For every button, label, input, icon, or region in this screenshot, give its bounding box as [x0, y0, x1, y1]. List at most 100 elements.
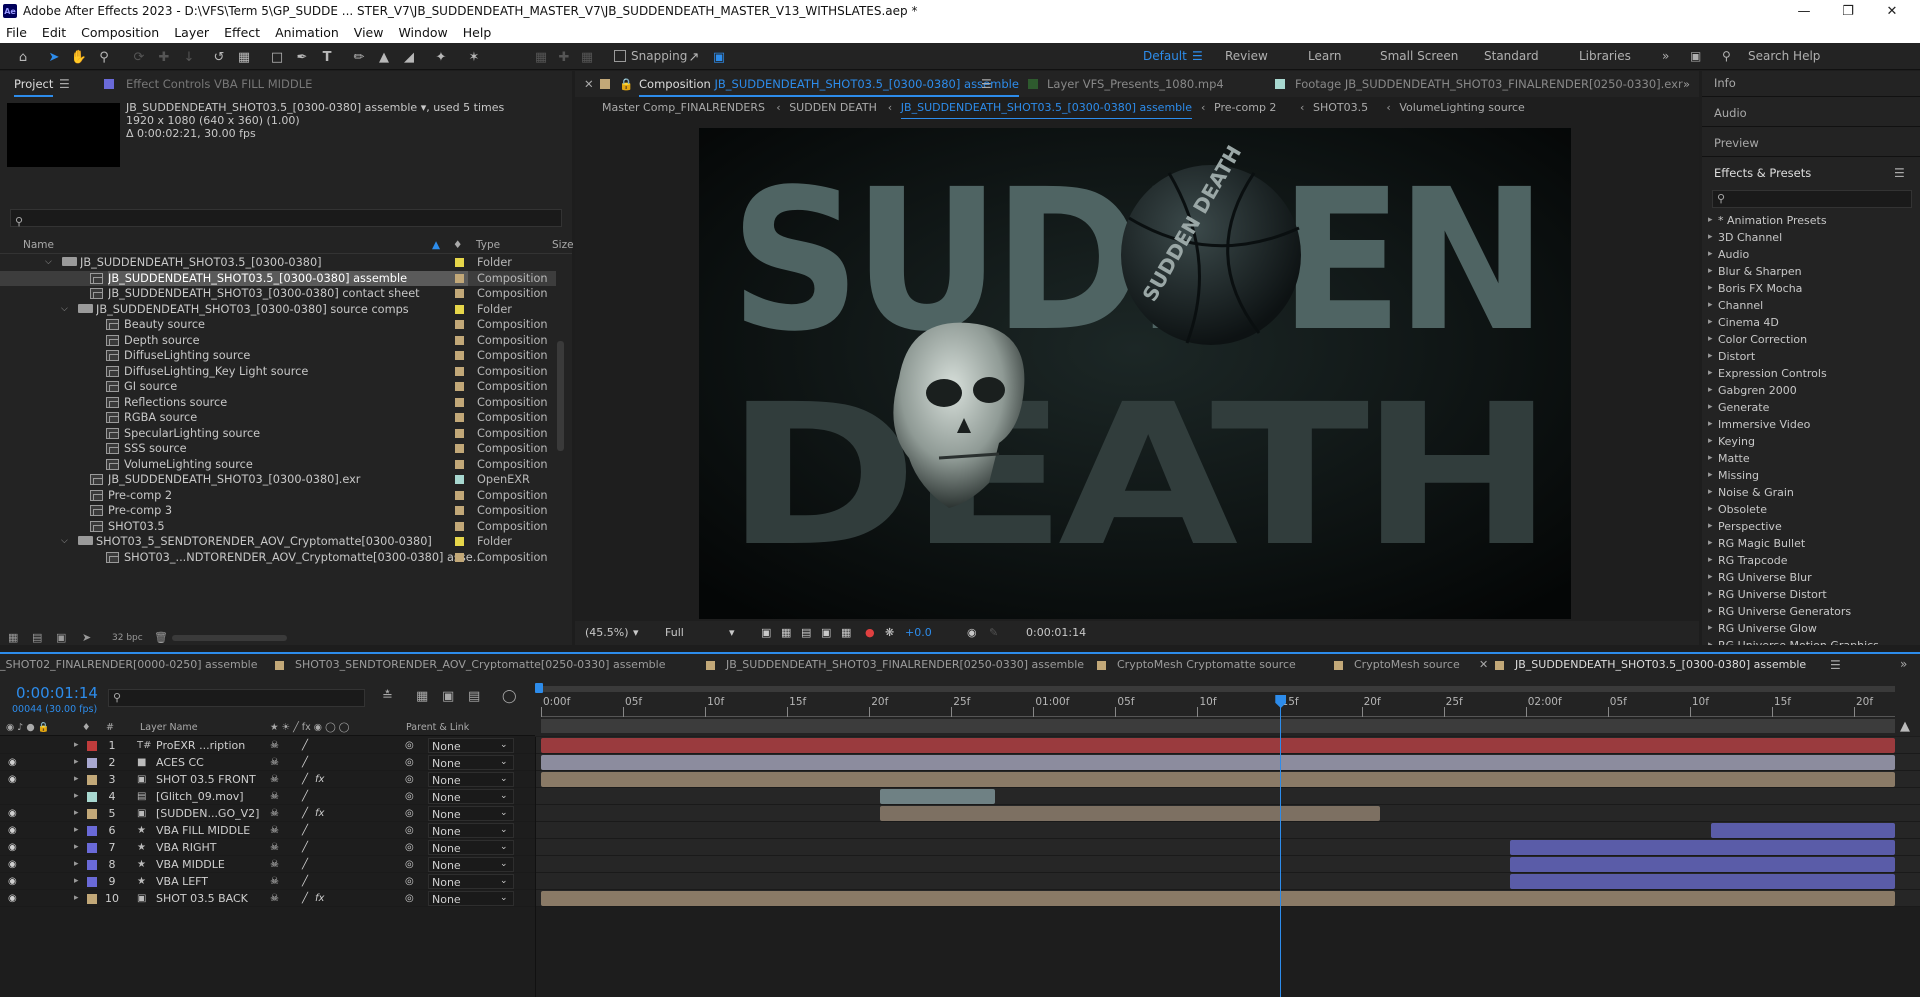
exposure-value[interactable]: +0.0: [905, 621, 932, 645]
timeline-tab[interactable]: CryptoMesh source: [1354, 658, 1460, 671]
label-swatch[interactable]: [455, 335, 464, 345]
pickwhip-icon[interactable]: ◎: [405, 805, 414, 822]
effects-category[interactable]: ▸ RG Universe Glow: [1702, 620, 1920, 637]
shy-switch-icon[interactable]: ☠: [270, 873, 279, 890]
effects-category[interactable]: ▸ RG Universe Motion Graphics: [1702, 637, 1920, 645]
disclosure-icon[interactable]: ▸: [1708, 501, 1713, 518]
disclosure-icon[interactable]: ▸: [1708, 433, 1713, 450]
effects-category[interactable]: ▸ Generate: [1702, 399, 1920, 416]
twirl-icon[interactable]: ▸: [74, 839, 79, 856]
disclosure-icon[interactable]: ▸: [1708, 280, 1713, 297]
effects-category[interactable]: ▸ RG Universe Distort: [1702, 586, 1920, 603]
snapping-checkbox[interactable]: [614, 50, 626, 62]
tab-footage[interactable]: Footage JB_SUDDENDEATH_SHOT03_FINALRENDE…: [1295, 71, 1683, 97]
timeline-navigator[interactable]: [541, 719, 1895, 733]
twirl-icon[interactable]: ▸: [74, 890, 79, 907]
effects-category[interactable]: ▸ * Animation Presets: [1702, 212, 1920, 229]
snapshot-icon[interactable]: ◉: [967, 621, 977, 645]
project-scrollbar[interactable]: [557, 341, 564, 451]
workspace-default[interactable]: Default: [1143, 43, 1187, 70]
label-swatch[interactable]: [455, 444, 464, 453]
roto-brush-icon[interactable]: ✦: [432, 48, 450, 66]
shy-icon[interactable]: ▣: [442, 689, 454, 704]
shy-switch-icon[interactable]: ☠: [270, 771, 279, 788]
effects-menu-icon[interactable]: ☰: [1894, 166, 1905, 180]
project-h-scrollbar[interactable]: [172, 635, 287, 641]
label-swatch[interactable]: [455, 506, 464, 515]
effects-search-input[interactable]: ⚲: [1712, 190, 1912, 208]
eraser-tool-icon[interactable]: ◢: [400, 48, 418, 66]
effects-category[interactable]: ▸ 3D Channel: [1702, 229, 1920, 246]
label-swatch[interactable]: [455, 413, 464, 422]
close-tab-icon[interactable]: ✕: [1479, 658, 1488, 671]
layer-row[interactable]: ▸ 1 T# ProEXR ...ription ☠ ╱ ◎ None ⌄: [0, 737, 1920, 754]
disclosure-icon[interactable]: ▸: [1708, 382, 1713, 399]
switches-header-icons[interactable]: ★ ☀ ╱ fx ◉ ◯ ◯: [270, 719, 349, 736]
visibility-eye-icon[interactable]: ◉: [8, 856, 17, 873]
effects-category[interactable]: ▸ Distort: [1702, 348, 1920, 365]
label-swatch[interactable]: [455, 459, 464, 469]
tab-preview[interactable]: Preview: [1714, 136, 1759, 150]
orbit-tool-icon[interactable]: ⟳: [130, 48, 148, 66]
workspace-review[interactable]: Review: [1225, 43, 1268, 70]
layer-name[interactable]: SHOT 03.5 FRONT: [156, 771, 256, 788]
quality-switch-icon[interactable]: ╱: [302, 890, 308, 907]
playhead[interactable]: [1280, 695, 1282, 997]
layer-name[interactable]: VBA FILL MIDDLE: [156, 822, 250, 839]
shy-switch-icon[interactable]: ☠: [270, 737, 279, 754]
dropdown-caret-icon[interactable]: ⌄: [500, 771, 508, 788]
quality-switch-icon[interactable]: ╱: [302, 771, 308, 788]
list-item[interactable]: JB_SUDDENDEATH_SHOT03_[0300-0380] contac…: [0, 286, 556, 302]
list-item[interactable]: Depth source Composition: [0, 333, 556, 349]
layer-search-input[interactable]: ⚲: [108, 689, 365, 707]
disclosure-icon[interactable]: ▸: [1708, 416, 1713, 433]
pickwhip-icon[interactable]: ◎: [405, 771, 414, 788]
search-help-field[interactable]: Search Help: [1748, 43, 1820, 70]
layer-name[interactable]: VBA MIDDLE: [156, 856, 225, 873]
pickwhip-icon[interactable]: ◎: [405, 839, 414, 856]
disclosure-icon[interactable]: ▸: [1708, 263, 1713, 280]
label-swatch[interactable]: [455, 397, 464, 407]
tab-info[interactable]: Info: [1714, 76, 1736, 90]
show-snapshot-icon[interactable]: ✎: [989, 621, 998, 645]
layer-name[interactable]: ACES CC: [156, 754, 204, 771]
workspace-libraries[interactable]: Libraries: [1579, 43, 1631, 70]
maximize-icon[interactable]: ❐: [1826, 0, 1870, 22]
work-area-bar[interactable]: [541, 686, 1895, 692]
visibility-eye-icon[interactable]: ◉: [8, 771, 17, 788]
brush-tool-icon[interactable]: ✏: [350, 48, 368, 66]
close-tab-icon[interactable]: ✕: [584, 71, 594, 97]
effects-category[interactable]: ▸ Missing: [1702, 467, 1920, 484]
effects-category[interactable]: ▸ RG Universe Generators: [1702, 603, 1920, 620]
dropdown-caret-icon[interactable]: ⌄: [500, 839, 508, 856]
tab-composition[interactable]: Composition JB_SUDDENDEATH_SHOT03.5_[030…: [639, 71, 1019, 97]
layer-duration-bar[interactable]: [541, 738, 1895, 753]
layer-duration-bar[interactable]: [541, 891, 1895, 906]
breadcrumb-item[interactable]: VolumeLighting source: [1399, 98, 1524, 118]
layer-row[interactable]: ◉ ▸ 9 ★ VBA LEFT ☠ ╱ ◎ None ⌄: [0, 873, 1920, 890]
zoom-caret-icon[interactable]: ▾: [633, 621, 639, 645]
effects-category[interactable]: ▸ Keying: [1702, 433, 1920, 450]
shy-switch-icon[interactable]: ☠: [270, 839, 279, 856]
workspace-menu-icon[interactable]: ☰: [1192, 43, 1203, 70]
layer-label-swatch[interactable]: [87, 877, 97, 887]
label-swatch[interactable]: [455, 289, 464, 298]
rectangle-tool-icon[interactable]: □: [268, 48, 286, 66]
menu-composition[interactable]: Composition: [81, 25, 159, 40]
effects-category[interactable]: ▸ Blur & Sharpen: [1702, 263, 1920, 280]
label-swatch[interactable]: [455, 490, 464, 500]
quality-switch-icon[interactable]: ╱: [302, 805, 308, 822]
draft-3d-icon[interactable]: ▦: [416, 689, 428, 704]
label-swatch[interactable]: [455, 273, 464, 283]
layer-duration-bar[interactable]: [1510, 840, 1895, 855]
layer-duration-bar[interactable]: [1710, 823, 1895, 838]
col-size[interactable]: Size: [552, 236, 574, 254]
layer-label-swatch[interactable]: [87, 843, 97, 853]
layer-row[interactable]: ◉ ▸ 6 ★ VBA FILL MIDDLE ☠ ╱ ◎ None ⌄: [0, 822, 1920, 839]
list-item[interactable]: JB_SUDDENDEATH_SHOT03_[0300-0380].exr Ope…: [0, 472, 556, 488]
quality-switch-icon[interactable]: ╱: [302, 737, 308, 754]
layer-row[interactable]: ◉ ▸ 5 ▣ [SUDDEN...GO_V2] ☠ ╱ fx ◎ None ⌄: [0, 805, 1920, 822]
twirl-icon[interactable]: ▸: [74, 805, 79, 822]
list-item[interactable]: GI source Composition: [0, 379, 556, 395]
menu-window[interactable]: Window: [398, 25, 447, 40]
